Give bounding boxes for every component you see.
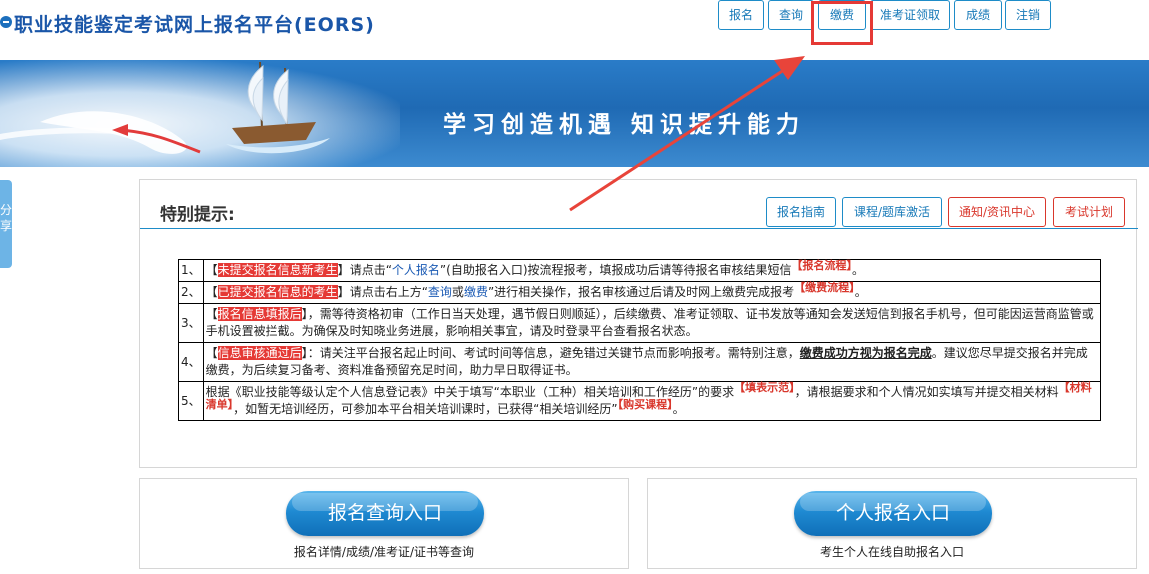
notice-row: 2、 【已提交报名信息的考生】请点击右上方“查询或缴费”进行相关操作，报名审核通…	[178, 281, 1102, 304]
query-entry-box: 报名查询入口 报名详情/成绩/准考证/证书等查询	[139, 478, 629, 569]
text: 请点击“	[349, 263, 392, 277]
text: ”进行相关操作，报名审核通过后请及时网上缴费完成报考	[487, 285, 795, 299]
nav-score-button[interactable]: 成绩	[954, 0, 1002, 30]
row-number: 5、	[178, 381, 204, 421]
query-entry-button[interactable]: 报名查询入口	[286, 491, 484, 536]
notice-table: 1、 【未提交报名信息新考生】请点击“个人报名”(自助报名入口)按流程报考，填报…	[178, 259, 1102, 421]
nav-admission-ticket-button[interactable]: 准考证领取	[870, 0, 950, 30]
emphasis-text: 缴费成功方视为报名完成	[799, 346, 932, 360]
status-tag: 报名信息填报后	[217, 307, 302, 321]
text: ，如暂无培训经历，可参加本平台相关培训课时，已获得“相关培训经历”	[233, 402, 618, 416]
share-side-tab[interactable]: 分享	[0, 180, 12, 268]
status-tag: 信息审核通过后	[217, 346, 302, 360]
nav-register-button[interactable]: 报名	[718, 0, 764, 30]
news-center-button[interactable]: 通知/资讯中心	[948, 197, 1046, 227]
row-number: 1、	[178, 259, 204, 282]
exam-plan-button[interactable]: 考试计划	[1053, 197, 1125, 227]
text: ：请关注平台报名起止时间、考试时间等信息，避免错过关键节点而影响报考。需特别注意…	[307, 346, 800, 360]
bracket: 【	[205, 346, 218, 360]
text: 请点击右上方“	[349, 285, 428, 299]
text: 或	[451, 285, 464, 299]
page-title: 职业技能鉴定考试网上报名平台(EORS)	[14, 14, 375, 36]
text: ”(自助报名入口)按流程报考，填报成功后请等待报名审核结果短信	[439, 263, 792, 277]
row-number: 2、	[178, 281, 204, 304]
logo-icon	[0, 16, 12, 28]
row-number: 4、	[178, 342, 204, 382]
register-entry-desc: 考生个人在线自助报名入口	[819, 545, 964, 559]
notice-text: 【信息审核通过后】：请关注平台报名起止时间、考试时间等信息，避免错过关键节点而影…	[202, 342, 1102, 382]
notice-row: 5、 根据《职业技能等级认定个人信息登记表》中关于填写“本职业（工种）相关培训和…	[178, 381, 1102, 421]
banner-slogan: 学习创造机遇 知识提升能力	[443, 112, 806, 138]
row-number: 3、	[178, 303, 204, 343]
text: 。	[672, 402, 685, 416]
bracket: 【	[205, 285, 218, 299]
notice-row: 4、 【信息审核通过后】：请关注平台报名起止时间、考试时间等信息，避免错过关键节…	[178, 342, 1102, 382]
notice-text: 【未提交报名信息新考生】请点击“个人报名”(自助报名入口)按流程报考，填报成功后…	[202, 259, 1102, 282]
guide-button[interactable]: 报名指南	[766, 197, 836, 227]
header: 职业技能鉴定考试网上报名平台(EORS) 报名 查询 缴费 准考证领取 成绩 注…	[0, 0, 1149, 60]
query-entry-desc: 报名详情/成绩/准考证/证书等查询	[293, 545, 475, 559]
notice-row: 1、 【未提交报名信息新考生】请点击“个人报名”(自助报名入口)按流程报考，填报…	[178, 259, 1102, 282]
register-entry-box: 个人报名入口 考生个人在线自助报名入口	[647, 478, 1137, 569]
notice-text: 【已提交报名信息的考生】请点击右上方“查询或缴费”进行相关操作，报名审核通过后请…	[202, 281, 1102, 304]
notice-text: 根据《职业技能等级认定个人信息登记表》中关于填写“本职业（工种）相关培训和工作经…	[202, 381, 1102, 421]
personal-register-button[interactable]: 个人报名入口	[794, 491, 992, 536]
sailboat-illustration	[0, 61, 330, 154]
query-link[interactable]: 查询	[428, 285, 452, 299]
banner: 学习创造机遇 知识提升能力	[0, 60, 1149, 167]
form-sample-link[interactable]: 【填表示范】	[734, 381, 795, 394]
nav-query-button[interactable]: 查询	[768, 0, 814, 30]
text: 。	[854, 285, 867, 299]
text: 。	[852, 263, 865, 277]
notice-text: 【报名信息填报后】，需等待资格初审（工作日当天处理，遇节假日则顺延），后续缴费、…	[202, 303, 1102, 343]
text: ，需等待资格初审（工作日当天处理，遇节假日则顺延），后续缴费、准考证领取、证书发…	[205, 307, 1094, 338]
bracket: 】	[337, 285, 350, 299]
payment-flow-link[interactable]: 【缴费流程】	[794, 281, 855, 294]
personal-register-link[interactable]: 个人报名	[392, 263, 440, 277]
divider	[140, 228, 1138, 229]
notice-row: 3、 【报名信息填报后】，需等待资格初审（工作日当天处理，遇节假日则顺延），后续…	[178, 303, 1102, 343]
text: 根据《职业技能等级认定个人信息登记表》中关于填写“本职业（工种）相关培训和工作经…	[205, 385, 735, 399]
payment-link[interactable]: 缴费	[464, 285, 488, 299]
course-activation-button[interactable]: 课程/题库激活	[842, 197, 942, 227]
text: ，请根据要求和个人情况如实填写并提交相关材料	[794, 385, 1059, 399]
bracket: 【	[205, 307, 218, 321]
bracket: 】	[337, 263, 350, 277]
payment-highlight-box	[811, 1, 873, 45]
status-tag: 未提交报名信息新考生	[217, 263, 338, 277]
buy-course-link[interactable]: 【购买课程】	[618, 398, 673, 411]
notice-panel: 特别提示: 报名指南 课程/题库激活 通知/资讯中心 考试计划 1、 【未提交报…	[139, 179, 1138, 468]
nav-logout-button[interactable]: 注销	[1005, 0, 1051, 30]
bracket: 【	[205, 263, 218, 277]
register-flow-link[interactable]: 【报名流程】	[792, 259, 853, 272]
notice-title: 特别提示:	[160, 205, 235, 225]
status-tag: 已提交报名信息的考生	[217, 285, 338, 299]
